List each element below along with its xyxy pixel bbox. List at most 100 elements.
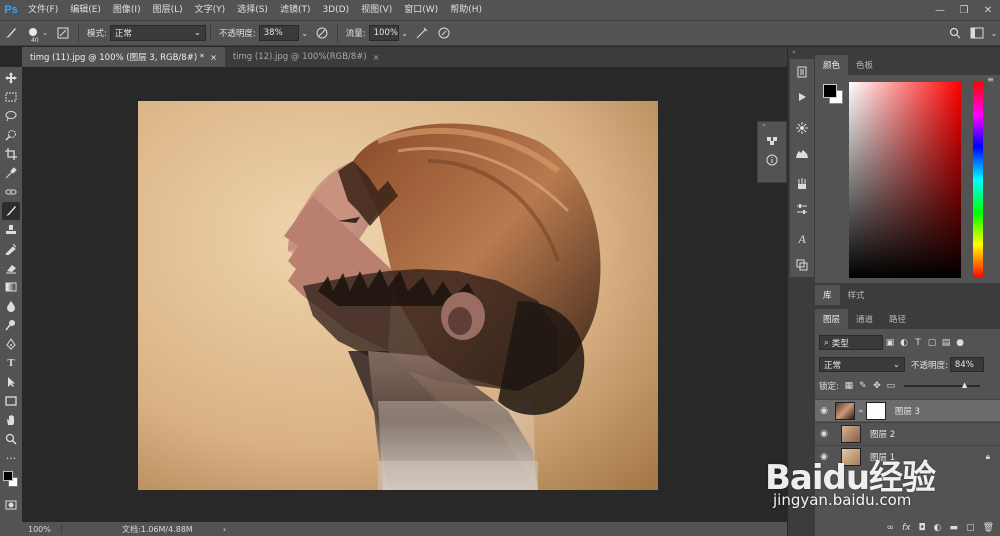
filter-pixel-icon[interactable]: ▣	[883, 336, 897, 350]
history-panel-icon[interactable]	[790, 59, 814, 84]
status-arrow-icon[interactable]: ›	[223, 525, 226, 534]
brush-tool-icon[interactable]	[2, 202, 20, 220]
lock-position-icon[interactable]: ✥	[870, 379, 884, 393]
filter-toggle-icon[interactable]: ●	[953, 336, 967, 350]
lock-all-icon[interactable]: ▭	[884, 379, 898, 393]
adjustments-panel-icon[interactable]	[790, 115, 814, 140]
eraser-tool-icon[interactable]	[2, 259, 20, 277]
layer-row[interactable]: ◉ ∞ 图层 3	[815, 399, 1000, 421]
blend-mode-select[interactable]: 正常 ⌄	[819, 357, 905, 372]
workspace-switcher-icon[interactable]	[966, 22, 988, 44]
healing-brush-tool-icon[interactable]	[2, 183, 20, 201]
color-saturation-field[interactable]	[849, 82, 961, 278]
foreground-color-swatch[interactable]	[3, 471, 13, 481]
brush-preset-picker[interactable]: 40 ⌄	[22, 22, 52, 44]
menu-layer[interactable]: 图层(L)	[147, 0, 189, 20]
panel-menu-icon[interactable]: ≡	[987, 75, 994, 84]
lock-transparency-icon[interactable]: ▦	[842, 379, 856, 393]
opacity-dropdown-icon[interactable]: ⌄	[299, 22, 311, 44]
zoom-tool-icon[interactable]	[2, 430, 20, 448]
close-icon[interactable]: ×	[210, 53, 217, 62]
adjustment-layer-icon[interactable]: ◐	[934, 523, 942, 533]
search-icon[interactable]	[944, 22, 966, 44]
close-icon[interactable]: ×	[373, 53, 380, 62]
properties-panel-icon[interactable]	[790, 196, 814, 221]
history-brush-tool-icon[interactable]	[2, 240, 20, 258]
new-group-icon[interactable]: ▬	[950, 523, 959, 533]
histogram-icon[interactable]	[790, 140, 814, 165]
layer-filter-select[interactable]: ⌕ 类型	[819, 335, 883, 350]
layer-row[interactable]: ◉ 图层 2	[815, 422, 1000, 444]
info-icon[interactable]	[758, 150, 786, 170]
pressure-opacity-icon[interactable]	[311, 22, 333, 44]
quick-mask-icon[interactable]	[2, 496, 20, 514]
canvas-area[interactable]	[22, 67, 787, 522]
slider-thumb-icon[interactable]: ▲	[962, 381, 967, 389]
menu-3d[interactable]: 3D(D)	[316, 0, 355, 20]
layer-mask-thumbnail[interactable]	[865, 401, 886, 420]
pressure-size-icon[interactable]	[433, 22, 455, 44]
type-tool-icon[interactable]: T	[2, 354, 20, 372]
rectangle-tool-icon[interactable]	[2, 392, 20, 410]
menu-type[interactable]: 文字(Y)	[189, 0, 232, 20]
character-panel-icon[interactable]: A	[790, 227, 814, 252]
opacity-field[interactable]: 38%	[258, 25, 299, 41]
menu-file[interactable]: 文件(F)	[22, 0, 64, 20]
flow-field[interactable]: 100%	[368, 25, 399, 41]
tab-document-1[interactable]: timg (11).jpg @ 100% (图层 3, RGB/8#) * ×	[22, 47, 225, 67]
color-swatches[interactable]	[2, 470, 20, 492]
new-layer-icon[interactable]: ▢	[966, 523, 975, 533]
zoom-level[interactable]: 100%	[22, 524, 62, 534]
document-image[interactable]	[138, 101, 658, 490]
brushes-panel-icon[interactable]	[790, 171, 814, 196]
chevron-down-icon[interactable]: ⌄	[988, 22, 1000, 44]
airbrush-icon[interactable]	[411, 22, 433, 44]
collapse-arrows-icon[interactable]: «	[792, 49, 796, 56]
document-info[interactable]: 文档:1.06M/4.88M	[62, 524, 193, 535]
marquee-tool-icon[interactable]	[2, 88, 20, 106]
more-tools-icon[interactable]: ···	[2, 449, 20, 467]
expand-arrows-icon[interactable]: »	[758, 122, 786, 130]
trash-icon[interactable]: 🗑︎	[983, 523, 994, 533]
tab-paths[interactable]: 路径	[881, 309, 914, 329]
hand-tool-icon[interactable]	[2, 411, 20, 429]
close-button[interactable]: ✕	[976, 0, 1000, 20]
tab-swatches[interactable]: 色板	[848, 55, 881, 75]
crop-tool-icon[interactable]	[2, 145, 20, 163]
foreground-color-swatch[interactable]	[823, 84, 837, 98]
menu-filter[interactable]: 滤镜(T)	[274, 0, 317, 20]
menu-view[interactable]: 视图(V)	[355, 0, 398, 20]
tab-styles[interactable]: 样式	[840, 285, 873, 305]
restore-button[interactable]: ❐	[952, 0, 976, 20]
mode-select[interactable]: 正常 ⌄	[109, 25, 206, 41]
filter-type-icon[interactable]: T	[911, 336, 925, 350]
move-tool-icon[interactable]	[2, 69, 20, 87]
filter-adjustment-icon[interactable]: ◐	[897, 336, 911, 350]
tab-document-2[interactable]: timg (12).jpg @ 100%(RGB/8#) ×	[225, 47, 388, 67]
opacity-slider[interactable]: ▲	[903, 381, 980, 389]
menu-image[interactable]: 图像(I)	[107, 0, 147, 20]
path-selection-tool-icon[interactable]	[2, 373, 20, 391]
eye-icon[interactable]: ◉	[815, 429, 833, 439]
tab-libraries[interactable]: 库	[815, 285, 840, 305]
tab-channels[interactable]: 通道	[848, 309, 881, 329]
layer-opacity-field[interactable]: 84%	[949, 357, 984, 372]
add-mask-icon[interactable]: ◘	[919, 523, 926, 533]
minimize-button[interactable]: —	[928, 0, 952, 20]
lasso-tool-icon[interactable]	[2, 107, 20, 125]
menu-select[interactable]: 选择(S)	[231, 0, 274, 20]
quick-selection-tool-icon[interactable]	[2, 126, 20, 144]
eyedropper-tool-icon[interactable]	[2, 164, 20, 182]
gradient-tool-icon[interactable]	[2, 278, 20, 296]
brush-panel-toggle-icon[interactable]	[52, 22, 74, 44]
tab-color[interactable]: 颜色	[815, 55, 849, 75]
menu-help[interactable]: 帮助(H)	[444, 0, 488, 20]
flow-dropdown-icon[interactable]: ⌄	[399, 22, 411, 44]
actions-play-icon[interactable]	[790, 84, 814, 109]
menu-window[interactable]: 窗口(W)	[398, 0, 444, 20]
eye-icon[interactable]: ◉	[815, 406, 833, 416]
brush-settings-icon[interactable]	[758, 130, 786, 150]
filter-smart-object-icon[interactable]: ▤	[939, 336, 953, 350]
tab-layers[interactable]: 图层	[815, 309, 849, 329]
pen-tool-icon[interactable]	[2, 335, 20, 353]
